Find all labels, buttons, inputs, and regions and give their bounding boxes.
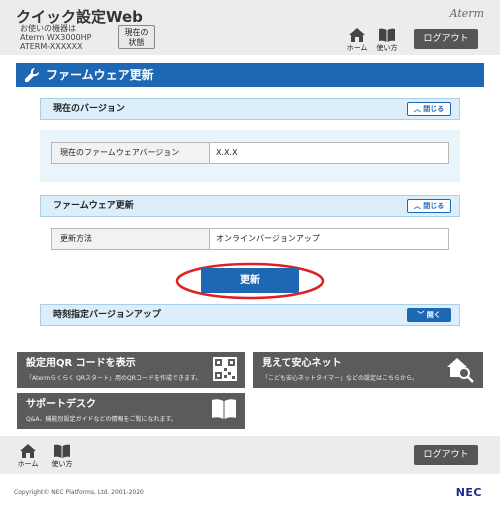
section-firmware-update-header[interactable]: ファームウェア更新 ︿ 閉じる [40,195,460,217]
tile-title: 設定用QR コードを表示 [26,358,136,369]
row-label: 更新方法 [52,229,210,249]
page-title: ファームウェア更新 [46,68,154,82]
chevron-up-icon: ︿ [413,105,421,113]
home-label: ホーム [346,44,368,52]
howto-label: 使い方 [376,44,398,52]
footer-howto-nav[interactable]: 使い方 [49,444,75,469]
home-nav[interactable]: ホーム [344,28,370,53]
update-method-row: 更新方法 オンラインバージョンアップ [51,228,449,250]
device-caption: お使いの機器は [20,24,76,33]
tile-title: サポートデスク [26,399,96,410]
section-title: 現在のバージョン [53,104,125,114]
device-info: お使いの機器は Aterm WX3000HP ATERM-XXXXXX [20,24,91,51]
row-value: X.X.X [216,148,238,157]
section-scheduled-header[interactable]: 時刻指定バージョンアップ ﹀ 開く [40,304,460,326]
qr-code-tile[interactable]: 設定用QR コードを表示 「Atermらくらく QRスタート」用のQRコードを作… [17,352,245,388]
footer-bar: ホーム 使い方 ログアウト [0,436,500,474]
current-status-label: 現在の状態 [124,28,149,47]
chevron-up-icon: ︿ [413,202,421,210]
home-icon [20,444,36,458]
qr-code-icon [213,357,237,381]
section-current-version-header[interactable]: 現在のバージョン ︿ 閉じる [40,98,460,120]
howto-nav[interactable]: 使い方 [374,28,400,53]
tile-description: Q&A、機能別設定ガイドなどの情報をご覧になれます。 [26,416,177,423]
aterm-logo: Aterm [449,7,484,20]
header: クイック設定Web お使いの機器は Aterm WX3000HP ATERM-X… [0,0,500,55]
close-toggle-button[interactable]: ︿ 閉じる [407,102,451,116]
update-button[interactable]: 更新 [201,268,299,293]
howto-label: 使い方 [51,460,73,468]
row-label: 現在のファームウェアバージョン [52,143,210,163]
tile-title: 見えて安心ネット [262,358,342,369]
home-icon [349,28,365,42]
open-toggle-button[interactable]: ﹀ 開く [407,308,451,322]
wrench-icon [25,67,40,82]
tile-description: 「Atermらくらく QRスタート」用のQRコードを作成できます。 [26,375,202,382]
support-desk-tile[interactable]: サポートデスク Q&A、機能別設定ガイドなどの情報をご覧になれます。 [17,393,245,429]
device-id: ATERM-XXXXXX [20,42,83,51]
footer-logout-button[interactable]: ログアウト [414,445,478,465]
close-toggle-button[interactable]: ︿ 閉じる [407,199,451,213]
footer-home-nav[interactable]: ホーム [15,444,41,469]
tile-description: 「こども安心ネットタイマー」などの設定はこちらから。 [262,375,419,382]
house-search-icon [447,358,474,383]
page-title-bar: ファームウェア更新 [16,63,484,87]
current-status-button[interactable]: 現在の状態 [118,25,155,49]
safety-net-tile[interactable]: 見えて安心ネット 「こども安心ネットタイマー」などの設定はこちらから。 [253,352,483,388]
copyright: Copyright© NEC Platforms, Ltd. 2001-2020 [14,489,144,496]
home-label: ホーム [17,460,39,468]
device-model: Aterm WX3000HP [20,33,92,42]
book-icon [54,444,70,458]
section-title: ファームウェア更新 [53,201,134,211]
toggle-label: 閉じる [423,105,445,113]
book-icon [379,28,395,42]
book-icon [212,399,236,419]
chevron-down-icon: ﹀ [417,311,425,319]
logout-button[interactable]: ログアウト [414,29,478,49]
toggle-label: 開く [426,311,441,319]
row-value: オンラインバージョンアップ [216,234,320,243]
nec-logo: NEC [455,486,482,499]
current-firmware-row: 現在のファームウェアバージョン X.X.X [51,142,449,164]
toggle-label: 閉じる [423,202,445,210]
section-title: 時刻指定バージョンアップ [53,310,161,320]
